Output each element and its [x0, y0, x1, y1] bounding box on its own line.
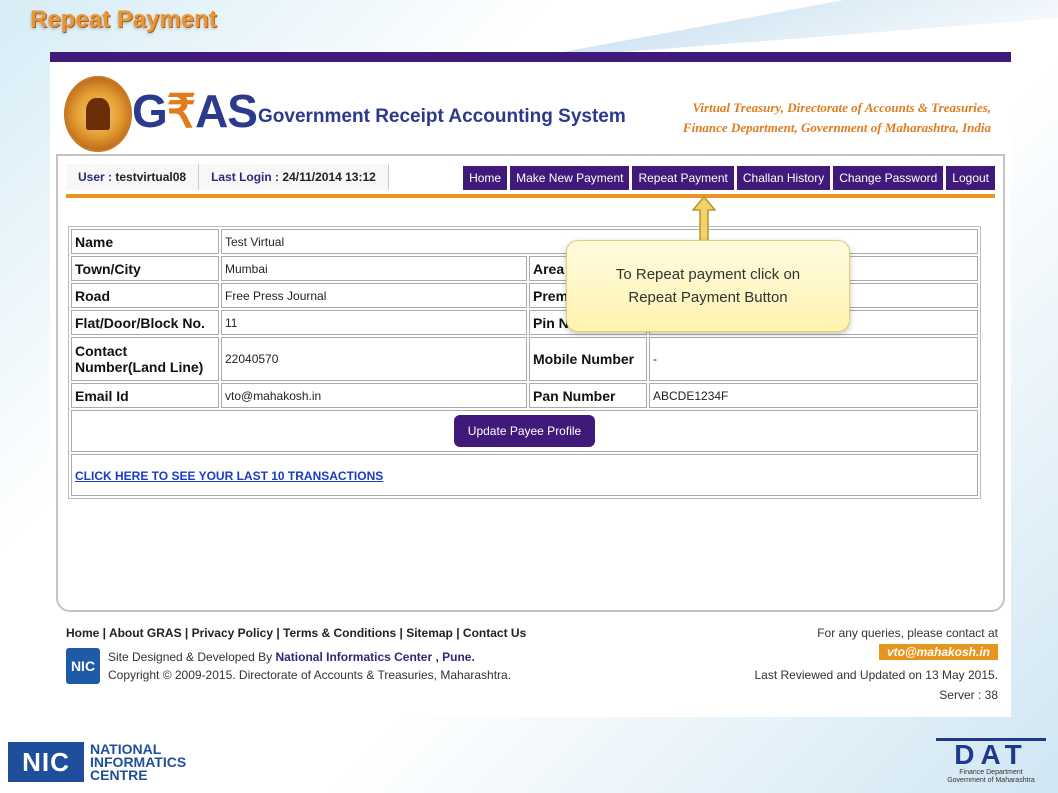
footer-separator: |: [181, 626, 192, 640]
dept-line-1: Virtual Treasury, Directorate of Account…: [692, 100, 991, 115]
query-text: For any queries, please contact at: [817, 626, 998, 640]
system-name: Government Receipt Accounting System: [258, 106, 626, 127]
main-nav: Home Make New Payment Repeat Payment Cha…: [463, 166, 995, 190]
last-login-value: 24/11/2014 13:12: [282, 170, 376, 184]
up-arrow-icon: [692, 196, 716, 242]
dat-logo: DAT Finance Department Government of Mah…: [936, 738, 1046, 785]
update-row: Update Payee Profile: [71, 410, 978, 452]
nic-wordmark: NATIONAL INFORMATICS CENTRE: [90, 742, 186, 783]
footer-link-terms[interactable]: Terms & Conditions: [283, 626, 396, 640]
dat-line-2: Government of Maharashtra: [947, 777, 1035, 784]
logo-letter-g: G: [132, 85, 168, 137]
nav-challan-history-button[interactable]: Challan History: [736, 166, 831, 190]
main-panel: User : testvirtual08 Last Login : 24/11/…: [56, 154, 1005, 612]
department-info: Virtual Treasury, Directorate of Account…: [683, 98, 991, 138]
table-row: CLICK HERE TO SEE YOUR LAST 10 TRANSACTI…: [71, 454, 978, 496]
flat-value: 11: [221, 310, 527, 335]
instruction-callout: To Repeat payment click on Repeat Paymen…: [566, 240, 850, 332]
maharashtra-emblem-icon: [64, 76, 132, 152]
dat-mark: DAT: [936, 738, 1046, 769]
top-color-bar: [50, 52, 1011, 62]
nic-logo: NIC NATIONAL INFORMATICS CENTRE: [8, 740, 186, 784]
road-label: Road: [71, 283, 219, 308]
email-value: vto@mahakosh.in: [221, 383, 527, 408]
last-transactions-link[interactable]: CLICK HERE TO SEE YOUR LAST 10 TRANSACTI…: [75, 469, 383, 483]
copyright: Copyright © 2009-2015. Directorate of Ac…: [108, 668, 512, 682]
transactions-row: CLICK HERE TO SEE YOUR LAST 10 TRANSACTI…: [71, 454, 978, 496]
footer-link-about[interactable]: About GRAS: [109, 626, 182, 640]
town-label: Town/City: [71, 256, 219, 281]
last-login-label: Last Login :: [211, 170, 283, 184]
footer-separator: |: [273, 626, 284, 640]
nic-line-3: CENTRE: [90, 766, 148, 783]
footer-separator: |: [396, 626, 407, 640]
name-label: Name: [71, 229, 219, 254]
table-row: Email Id vto@mahakosh.in Pan Number ABCD…: [71, 383, 978, 408]
nic-mini-logo-icon: NIC: [66, 648, 100, 684]
contact-value: 22040570: [221, 337, 527, 381]
last-login: Last Login : 24/11/2014 13:12: [199, 164, 389, 190]
nav-change-password-button[interactable]: Change Password: [833, 166, 944, 190]
dept-line-2: Finance Department, Government of Mahara…: [682, 120, 991, 135]
mobile-label: Mobile Number: [529, 337, 647, 381]
logo-rupee-icon: ₹: [166, 85, 196, 137]
user-bar: User : testvirtual08 Last Login : 24/11/…: [58, 156, 1003, 194]
pan-value: ABCDE1234F: [649, 383, 978, 408]
dat-line-1: Finance Department: [959, 769, 1023, 776]
mobile-value: -: [649, 337, 978, 381]
nav-repeat-payment-button[interactable]: Repeat Payment: [632, 166, 734, 190]
callout-line-2: Repeat Payment Button: [628, 289, 788, 306]
emblem-seal-icon: [86, 98, 110, 130]
designed-prefix: Site Designed & Developed By: [108, 650, 276, 664]
email-label: Email Id: [71, 383, 219, 408]
footer-link-contact[interactable]: Contact Us: [463, 626, 526, 640]
flat-label: Flat/Door/Block No.: [71, 310, 219, 335]
slide-title: Repeat Payment: [30, 6, 217, 33]
contact-label: Contact Number(Land Line): [71, 337, 219, 381]
footer-link-sitemap[interactable]: Sitemap: [406, 626, 453, 640]
update-payee-profile-button[interactable]: Update Payee Profile: [453, 415, 596, 447]
contact-email-link[interactable]: vto@mahakosh.in: [878, 644, 998, 660]
nav-logout-button[interactable]: Logout: [946, 166, 995, 190]
user-name: User : testvirtual08: [66, 164, 200, 190]
footer-links: Home | About GRAS | Privacy Policy | Ter…: [66, 626, 526, 640]
footer-link-privacy[interactable]: Privacy Policy: [192, 626, 273, 640]
gras-logo: G₹AS: [132, 84, 258, 138]
server-id: Server : 38: [939, 688, 998, 702]
user-label: User :: [78, 170, 116, 184]
table-row: Contact Number(Land Line) 22040570 Mobil…: [71, 337, 978, 381]
background-swoosh: [520, 0, 1058, 60]
orange-divider: [66, 194, 995, 198]
footer-link-home[interactable]: Home: [66, 626, 99, 640]
designed-org: National Informatics Center , Pune.: [275, 650, 475, 664]
pan-label: Pan Number: [529, 383, 647, 408]
user-value: testvirtual08: [115, 170, 187, 184]
user-info: User : testvirtual08 Last Login : 24/11/…: [66, 164, 389, 190]
town-value: Mumbai: [221, 256, 527, 281]
footer-separator: |: [99, 626, 109, 640]
logo-letters-as: AS: [195, 85, 258, 137]
site-banner: G₹AS Government Receipt Accounting Syste…: [50, 62, 1011, 154]
designed-by: Site Designed & Developed By National In…: [108, 650, 475, 664]
callout-line-1: To Repeat payment click on: [615, 266, 801, 283]
nic-mark-icon: NIC: [8, 742, 84, 782]
road-value: Free Press Journal: [221, 283, 527, 308]
last-reviewed: Last Reviewed and Updated on 13 May 2015…: [754, 668, 999, 682]
footer-separator: |: [452, 626, 463, 640]
table-row: Update Payee Profile: [71, 410, 978, 452]
gras-screenshot: G₹AS Government Receipt Accounting Syste…: [50, 52, 1011, 717]
site-footer: Home | About GRAS | Privacy Policy | Ter…: [64, 624, 998, 714]
nav-make-new-payment-button[interactable]: Make New Payment: [510, 166, 630, 190]
nav-home-button[interactable]: Home: [463, 166, 508, 190]
